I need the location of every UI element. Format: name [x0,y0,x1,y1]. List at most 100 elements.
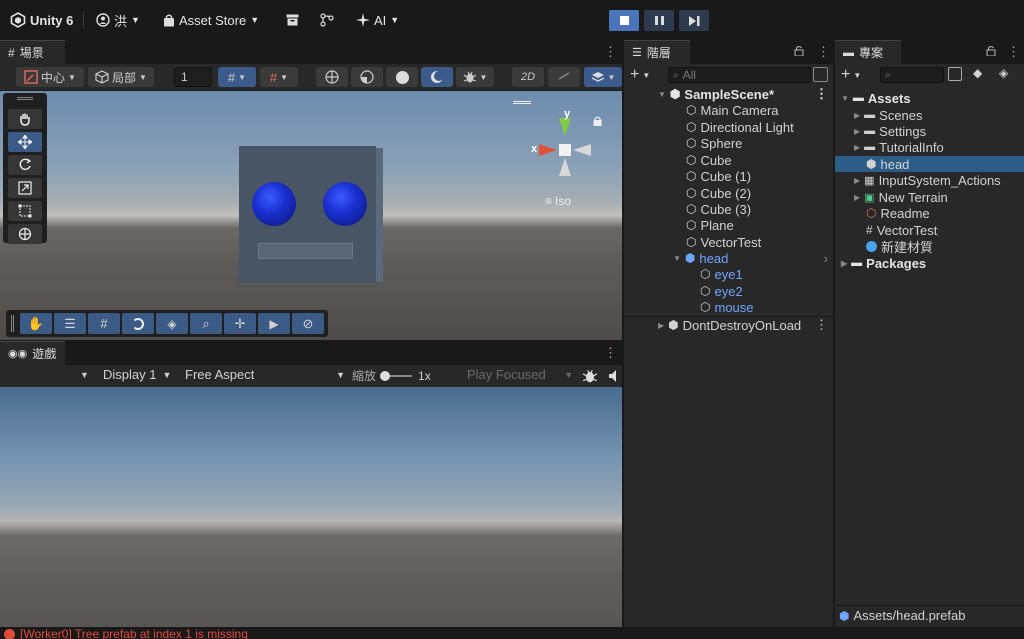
asset-store-dropdown[interactable]: Asset Store ▼ [163,10,259,30]
compass-overlay-button[interactable]: ⊘ [292,313,324,334]
tab-project[interactable]: ▬ 專案 [835,40,901,64]
rect-tool-button[interactable] [8,201,42,221]
tab-hierarchy[interactable]: ☰ 階層 [624,40,690,64]
sliders-overlay-button[interactable]: ☰ [54,313,86,334]
more-options-icon[interactable]: ⋮ [815,86,828,102]
hierarchy-item[interactable]: ⬡ Cube (3) [686,201,751,217]
create-dropdown[interactable]: + ▼ [630,66,650,84]
scale-tool-button[interactable] [8,178,42,198]
scale-slider-track[interactable] [380,370,413,381]
drag-handle[interactable] [17,97,33,100]
hierarchy-item[interactable]: ⬡ Plane [686,217,734,233]
project-file[interactable]: ▶ ▣ New Terrain [835,189,1024,205]
lock-icon[interactable] [986,44,996,59]
eye2-sphere[interactable] [323,182,367,226]
mouse-bar-object[interactable] [258,243,353,259]
navigation-overlay-button[interactable]: ✛ [224,313,256,334]
play-button[interactable] [609,10,639,31]
drag-handle[interactable] [11,315,14,332]
hierarchy-item[interactable]: ⬡ Sphere [686,135,742,151]
lock-icon[interactable] [794,44,804,59]
hierarchy-item[interactable]: ⬡ Directional Light [686,119,794,135]
dont-destroy-row[interactable]: ▶ ⬢ DontDestroyOnLoad ⋮ [658,317,828,333]
hierarchy-item[interactable]: ⬡ Cube (1) [686,168,751,184]
move-tool-button[interactable] [8,132,42,152]
assets-root-row[interactable]: ▼ ▬ Assets [835,90,1024,106]
project-file[interactable]: ▶ ▦ InputSystem_Actions [835,172,1024,188]
game-mode-chevron-icon[interactable]: ▼ [80,370,89,380]
project-folder[interactable]: ▶ ▬ Scenes [835,107,1024,123]
project-folder[interactable]: ▶ ▬ Settings [835,123,1024,139]
ai-dropdown[interactable]: AI ▼ [356,10,399,30]
grid-size-field[interactable]: 1 [174,67,212,87]
project-search-input[interactable]: ⌕ [880,67,944,83]
child-item[interactable]: ⬡ eye2 [700,283,743,299]
hierarchy-search-input[interactable]: ⌕ All [668,67,811,83]
status-bar[interactable]: [Worker0] Tree prefab at index 1 is miss… [0,627,1024,639]
draw-mode-button[interactable] [316,67,348,87]
overlay-handle[interactable] [513,101,531,104]
filter-by-label-icon[interactable]: ◆ [973,66,982,80]
transform-tool-button[interactable] [8,224,42,244]
tab-scene[interactable]: # 場景 [0,40,65,64]
scene-fx-dropdown[interactable]: ▼ [584,67,622,87]
tag-icon[interactable]: ◈ [999,66,1008,80]
pause-button[interactable] [644,10,674,31]
chevron-right-icon[interactable]: › [824,251,828,266]
lighting-overlay-button[interactable] [122,313,154,334]
more-options-icon[interactable]: ⋮ [1007,44,1020,60]
more-options-icon[interactable]: ⋮ [815,317,828,333]
hierarchy-item[interactable]: ⬡ Cube (2) [686,185,751,201]
rotate-tool-button[interactable] [8,155,42,175]
more-options-icon[interactable]: ⋮ [604,345,617,361]
speaker-icon[interactable] [608,369,620,386]
child-item[interactable]: ⬡ mouse [700,299,754,315]
projection-toggle[interactable]: ≡ Iso [545,194,571,208]
hierarchy-item[interactable]: ⬡ Main Camera [686,102,779,118]
lit-button[interactable] [421,67,453,87]
version-control-button[interactable] [320,10,334,30]
project-folder[interactable]: ▶ ▬ TutorialInfo [835,139,1024,155]
hierarchy-item[interactable]: ⬡ Cube [686,152,732,168]
pivot-dropdown[interactable]: 中心 ▼ [16,67,84,87]
search-by-type-icon[interactable] [948,67,962,81]
scene-root-row[interactable]: ▼ ⬢ SampleScene* ⋮ [658,86,828,102]
packages-row[interactable]: ▶ ▬ Packages [835,255,1024,271]
project-file[interactable]: ⬡ Readme [835,205,1024,221]
audio-toggle-button[interactable] [548,67,580,87]
step-button[interactable] [679,10,709,31]
prefab-row-head[interactable]: ▼ ⬢ head › [673,250,828,266]
orientation-gizmo[interactable] [530,108,596,182]
child-item[interactable]: ⬡ eye1 [700,266,743,282]
package-manager-button[interactable] [286,10,299,30]
debug-draw-dropdown[interactable]: ▼ [456,67,494,87]
play-mode-dropdown[interactable]: Play Focused ▼ [467,367,573,382]
2d-toggle-button[interactable]: 2D [512,67,544,87]
more-options-icon[interactable]: ⋮ [817,44,830,60]
lock-icon[interactable] [593,114,602,129]
hand-tool-button[interactable] [8,109,42,129]
hand-overlay-button[interactable]: ✋ [20,313,52,334]
increment-snap-button[interactable]: # ▼ [260,67,298,87]
search-overlay-button[interactable]: ⌕ [190,313,222,334]
display-dropdown[interactable]: Display 1 ▼ [103,367,171,382]
shaded-wire-button[interactable] [351,67,383,87]
game-view[interactable] [0,387,622,627]
account-dropdown[interactable]: 洪 ▼ [96,10,140,30]
create-asset-dropdown[interactable]: + ▼ [841,66,861,84]
search-mode-icon[interactable] [813,67,828,82]
layers-overlay-button[interactable]: ◈ [156,313,188,334]
scale-slider[interactable]: 縮放 1x [352,367,431,384]
hierarchy-item[interactable]: ⬡ VectorTest [686,234,761,250]
grid-overlay-button[interactable]: # [88,313,120,334]
eye1-sphere[interactable] [252,182,296,226]
grid-snap-button[interactable]: # ▼ [218,67,256,87]
project-file[interactable]: 新建材質 [835,238,1024,255]
tab-game[interactable]: ◉◉ 遊戲 [0,341,65,365]
space-dropdown[interactable]: 局部 ▼ [88,67,154,87]
aspect-dropdown[interactable]: Free Aspect ▼ [185,367,345,382]
project-file-head[interactable]: ⬢ head [835,156,1024,172]
more-options-icon[interactable]: ⋮ [604,44,617,60]
camera-overlay-button[interactable]: ▶ [258,313,290,334]
unity-menu[interactable]: Unity 6 [10,10,73,30]
